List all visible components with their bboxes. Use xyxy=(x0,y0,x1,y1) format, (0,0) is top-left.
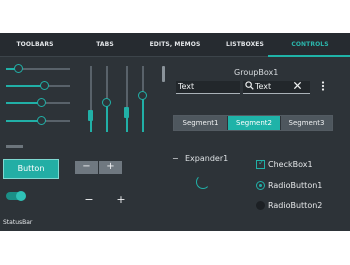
expander-collapse-icon: − xyxy=(172,154,179,163)
segment-1[interactable]: Segment1 xyxy=(174,116,227,130)
vertical-slider-1[interactable] xyxy=(88,66,93,132)
vertical-slider-3[interactable] xyxy=(124,66,129,132)
radio-button-2[interactable] xyxy=(256,201,265,210)
toggle-knob xyxy=(16,191,26,201)
tab-controls[interactable]: CONTROLS xyxy=(270,33,350,57)
search-edit[interactable]: Text xyxy=(243,81,310,94)
expander[interactable]: − Expander1 xyxy=(172,154,228,163)
tab-toolbars[interactable]: TOOLBARS xyxy=(0,33,70,57)
search-edit-value: Text xyxy=(255,82,272,91)
plus-button[interactable]: + xyxy=(114,193,128,207)
stepper-minus-button[interactable]: − xyxy=(75,161,98,174)
text-edit-value: Text xyxy=(178,82,195,91)
search-icon xyxy=(245,81,254,94)
horizontal-slider-2[interactable] xyxy=(6,81,70,90)
slider-thumb[interactable] xyxy=(88,110,93,121)
vertical-slider-4[interactable] xyxy=(138,66,147,132)
slider-thumb[interactable] xyxy=(138,91,147,101)
busy-spinner-icon xyxy=(196,175,210,189)
slider-thumb[interactable] xyxy=(36,116,46,125)
toggle-switch[interactable] xyxy=(6,191,26,201)
slider-fill xyxy=(6,120,42,122)
slider-thumb[interactable] xyxy=(124,106,129,118)
tab-bar: TOOLBARS TABS EDITS, MEMOS LISTBOXES CON… xyxy=(0,33,350,57)
progress-bar xyxy=(6,145,23,148)
segment-2[interactable]: Segment2 xyxy=(228,116,280,130)
segment-3[interactable]: Segment3 xyxy=(281,116,332,130)
slider-fill xyxy=(6,85,45,87)
slider-thumb[interactable] xyxy=(39,81,49,90)
active-tab-indicator xyxy=(268,55,350,57)
status-bar: StatusBar xyxy=(3,219,33,226)
close-icon[interactable] xyxy=(293,81,302,94)
horizontal-slider-1[interactable] xyxy=(6,64,70,73)
scrollbar-thumb[interactable] xyxy=(162,66,165,82)
radio-button-2-label: RadioButton2 xyxy=(268,201,323,210)
expander-label: Expander1 xyxy=(185,154,229,163)
slider-thumb[interactable] xyxy=(102,97,111,107)
slider-thumb[interactable] xyxy=(36,98,46,107)
radio-button-1[interactable] xyxy=(256,181,265,190)
number-stepper: − + xyxy=(75,161,122,174)
minus-button[interactable]: − xyxy=(82,193,96,207)
checkbox-1[interactable]: ✓ xyxy=(256,158,265,169)
check-icon: ✓ xyxy=(258,158,265,167)
stepper-plus-button[interactable]: + xyxy=(99,161,122,174)
radio-button-1-label: RadioButton1 xyxy=(268,181,323,190)
groupbox-title: GroupBox1 xyxy=(234,68,279,77)
horizontal-slider-3[interactable] xyxy=(6,98,70,107)
tab-tabs[interactable]: TABS xyxy=(70,33,140,57)
accent-button[interactable]: Button xyxy=(3,159,59,179)
slider-fill xyxy=(6,102,42,104)
tab-edits-memos[interactable]: EDITS, MEMOS xyxy=(140,33,210,57)
slider-fill xyxy=(142,95,144,132)
checkbox-1-label: CheckBox1 xyxy=(268,160,313,169)
horizontal-slider-4[interactable] xyxy=(6,116,70,125)
more-vertical-icon[interactable] xyxy=(320,81,326,95)
radio-dot xyxy=(259,184,262,187)
segmented-control: Segment1 Segment2 Segment3 xyxy=(173,115,333,131)
app-window: TOOLBARS TABS EDITS, MEMOS LISTBOXES CON… xyxy=(0,33,350,231)
text-edit[interactable]: Text xyxy=(176,81,240,94)
top-margin xyxy=(0,0,350,33)
vertical-slider-2[interactable] xyxy=(102,66,111,132)
slider-thumb[interactable] xyxy=(14,64,24,73)
